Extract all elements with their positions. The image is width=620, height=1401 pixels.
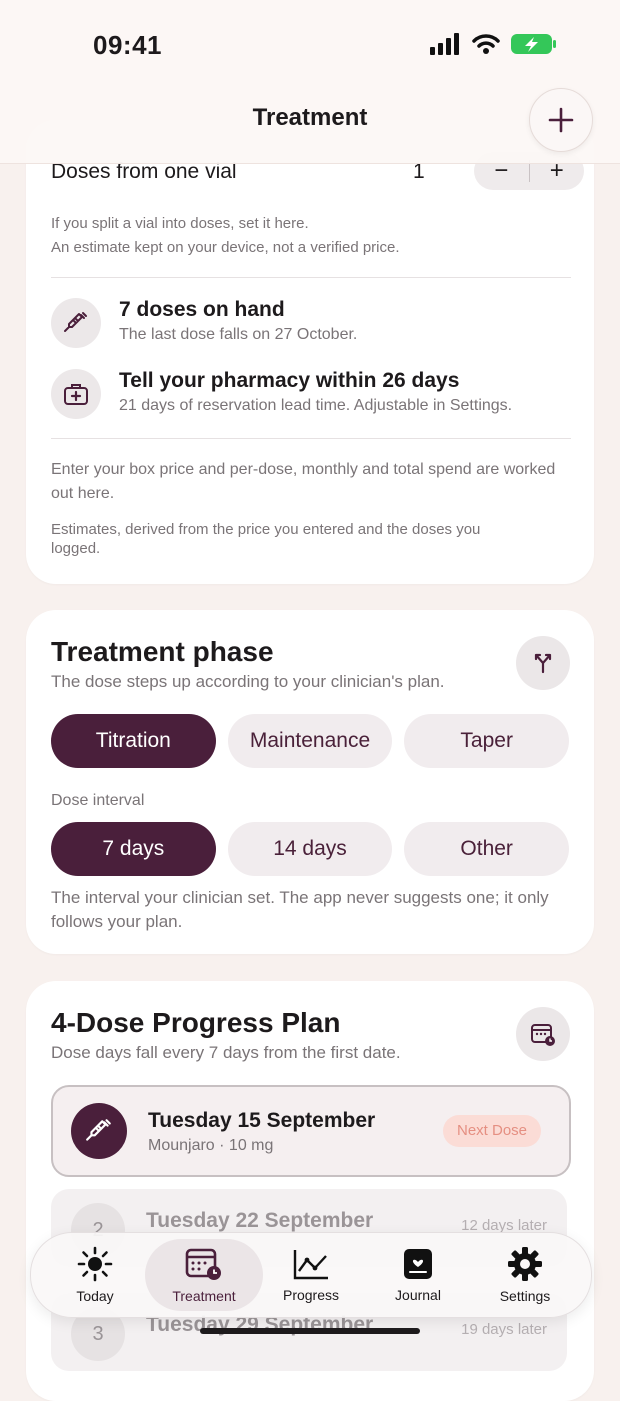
plus-icon bbox=[548, 107, 574, 133]
top-nav-bar: 09:41 Treatment bbox=[0, 0, 620, 164]
gear-icon bbox=[508, 1247, 542, 1281]
syringe-icon bbox=[71, 1103, 127, 1159]
doses-on-hand-title: 7 doses on hand bbox=[119, 298, 285, 321]
tab-today[interactable]: Today bbox=[41, 1233, 149, 1317]
next-dose-badge: Next Dose bbox=[443, 1115, 542, 1147]
syringe-icon bbox=[51, 298, 101, 348]
plan-title: 4-Dose Progress Plan bbox=[51, 1007, 341, 1038]
doses-on-hand-sub: The last dose falls on 27 October. bbox=[119, 326, 358, 343]
calendar-clock-icon[interactable] bbox=[516, 1007, 570, 1061]
phase-option-titration[interactable]: Titration bbox=[51, 714, 216, 768]
next-dose-date: Tuesday 15 September bbox=[148, 1109, 376, 1132]
phase-option-taper[interactable]: Taper bbox=[404, 714, 570, 768]
divider bbox=[51, 438, 571, 439]
status-icons bbox=[430, 32, 558, 56]
phase-option-maintenance[interactable]: Maintenance bbox=[227, 714, 393, 768]
add-button[interactable] bbox=[529, 88, 593, 152]
tab-label: Treatment bbox=[172, 1288, 236, 1304]
tab-journal[interactable]: Journal bbox=[364, 1233, 472, 1317]
home-indicator bbox=[200, 1328, 420, 1334]
tab-bar: Today Treatment Progress Journal Setting… bbox=[30, 1232, 592, 1318]
vial-hint: If you split a vial into doses, set it h… bbox=[51, 215, 309, 232]
journal-icon bbox=[404, 1249, 432, 1279]
page-title: Treatment bbox=[252, 104, 368, 131]
progress-plan-card: 4-Dose Progress Plan Dose days fall ever… bbox=[26, 981, 594, 1401]
interval-note: The interval your clinician set. The app… bbox=[51, 888, 549, 931]
line-chart-icon bbox=[293, 1250, 328, 1280]
estimate-note: Estimates, derived from the price you en… bbox=[51, 521, 481, 557]
price-hint: Enter your box price and per-dose, month… bbox=[51, 461, 556, 502]
tab-treatment[interactable]: Treatment bbox=[145, 1239, 263, 1311]
phase-segmented-control: Titration Maintenance Taper bbox=[51, 714, 570, 768]
signal-icon bbox=[430, 33, 459, 55]
phase-subtitle: The dose steps up according to your clin… bbox=[51, 672, 445, 691]
battery-icon bbox=[511, 34, 556, 54]
tab-label: Today bbox=[76, 1288, 114, 1304]
calendar-clock-icon bbox=[185, 1248, 221, 1280]
phase-title: Treatment phase bbox=[51, 636, 274, 667]
divider bbox=[51, 277, 571, 278]
sun-icon bbox=[77, 1246, 113, 1282]
wifi-icon bbox=[472, 34, 500, 54]
interval-option-other[interactable]: Other bbox=[404, 822, 570, 876]
vial-doses-row: Doses from one vial 1 − + bbox=[51, 152, 584, 196]
doses-on-hand-row: 7 doses on hand The last dose falls on 2… bbox=[51, 298, 581, 352]
next-dose-detail: Mounjaro · 10 mg bbox=[148, 1137, 274, 1154]
pharmacy-sub: 21 days of reservation lead time. Adjust… bbox=[119, 397, 513, 414]
interval-segmented-control: 7 days 14 days Other bbox=[51, 822, 570, 876]
pharmacy-title: Tell your pharmacy within 26 days bbox=[119, 369, 460, 392]
status-bar: 09:41 bbox=[0, 0, 620, 90]
branch-icon[interactable] bbox=[516, 636, 570, 690]
interval-option-7-days[interactable]: 7 days bbox=[51, 822, 216, 876]
next-dose-card[interactable]: Tuesday 15 September Mounjaro · 10 mg Ne… bbox=[51, 1085, 571, 1177]
status-time: 09:41 bbox=[93, 30, 162, 60]
tab-label: Progress bbox=[282, 1287, 340, 1303]
interval-label: Dose interval bbox=[51, 792, 145, 809]
tab-label: Settings bbox=[499, 1288, 551, 1304]
interval-option-14-days[interactable]: 14 days bbox=[227, 822, 393, 876]
medkit-icon bbox=[51, 369, 101, 419]
dose-date: Tuesday 22 September bbox=[146, 1209, 374, 1232]
treatment-phase-card: Treatment phase The dose steps up accord… bbox=[26, 610, 594, 954]
supply-card: Doses from one vial 1 − + If you split a… bbox=[26, 120, 594, 584]
dose-relative: 19 days later bbox=[461, 1321, 547, 1338]
plan-subtitle: Dose days fall every 7 days from the fir… bbox=[51, 1043, 401, 1062]
estimate-hint: An estimate kept on your device, not a v… bbox=[51, 239, 400, 256]
tab-label: Journal bbox=[395, 1287, 441, 1303]
pharmacy-row: Tell your pharmacy within 26 days 21 day… bbox=[51, 369, 581, 423]
tab-settings[interactable]: Settings bbox=[471, 1233, 579, 1317]
tab-progress[interactable]: Progress bbox=[257, 1233, 365, 1317]
